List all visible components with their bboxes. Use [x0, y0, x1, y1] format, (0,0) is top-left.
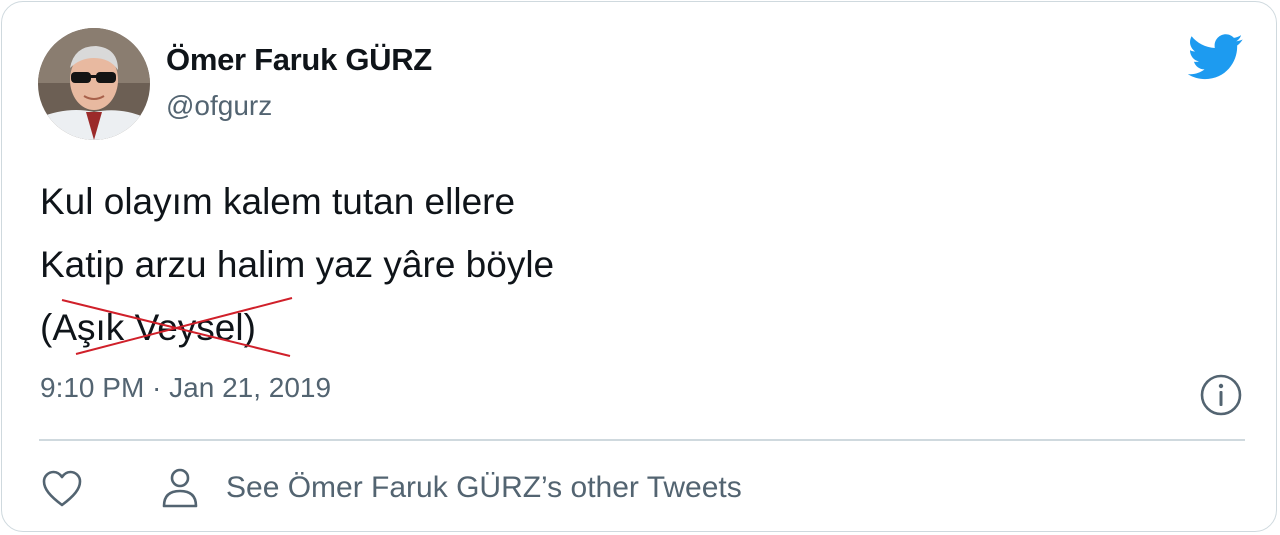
avatar[interactable] — [38, 28, 150, 140]
person-icon — [162, 468, 198, 508]
tweet-timestamp[interactable]: 9:10 PM · Jan 21, 2019 — [40, 372, 331, 404]
author-handle[interactable]: @ofgurz — [166, 90, 272, 122]
info-icon[interactable] — [1199, 373, 1243, 417]
struck-attribution: Aşık Veysel — [52, 296, 293, 359]
tweet-line-1: Kul olayım kalem tutan ellere — [40, 181, 516, 222]
like-button[interactable] — [40, 467, 84, 511]
tweet-line-2: Katip arzu halim yaz yâre böyle — [40, 244, 555, 285]
avatar-photo — [38, 28, 150, 140]
tweet-body: Kul olayım kalem tutan ellere Katip arzu… — [40, 170, 554, 359]
attribution-open-paren: ( — [40, 307, 53, 348]
heart-icon — [42, 470, 82, 507]
tweet-attribution: (Aşık Veysel) — [40, 296, 554, 359]
attribution-close-paren: ) — [243, 307, 256, 348]
twitter-bird-icon[interactable] — [1187, 34, 1244, 80]
tweet-card: Ömer Faruk GÜRZ @ofgurz Kul olayım kalem… — [1, 1, 1277, 532]
see-other-tweets-label: See Ömer Faruk GÜRZ’s other Tweets — [226, 471, 742, 504]
divider — [39, 439, 1245, 441]
author-display-name[interactable]: Ömer Faruk GÜRZ — [166, 42, 432, 78]
see-other-tweets-link[interactable]: See Ömer Faruk GÜRZ’s other Tweets — [160, 464, 742, 512]
attribution-name: Aşık Veysel — [52, 307, 244, 348]
